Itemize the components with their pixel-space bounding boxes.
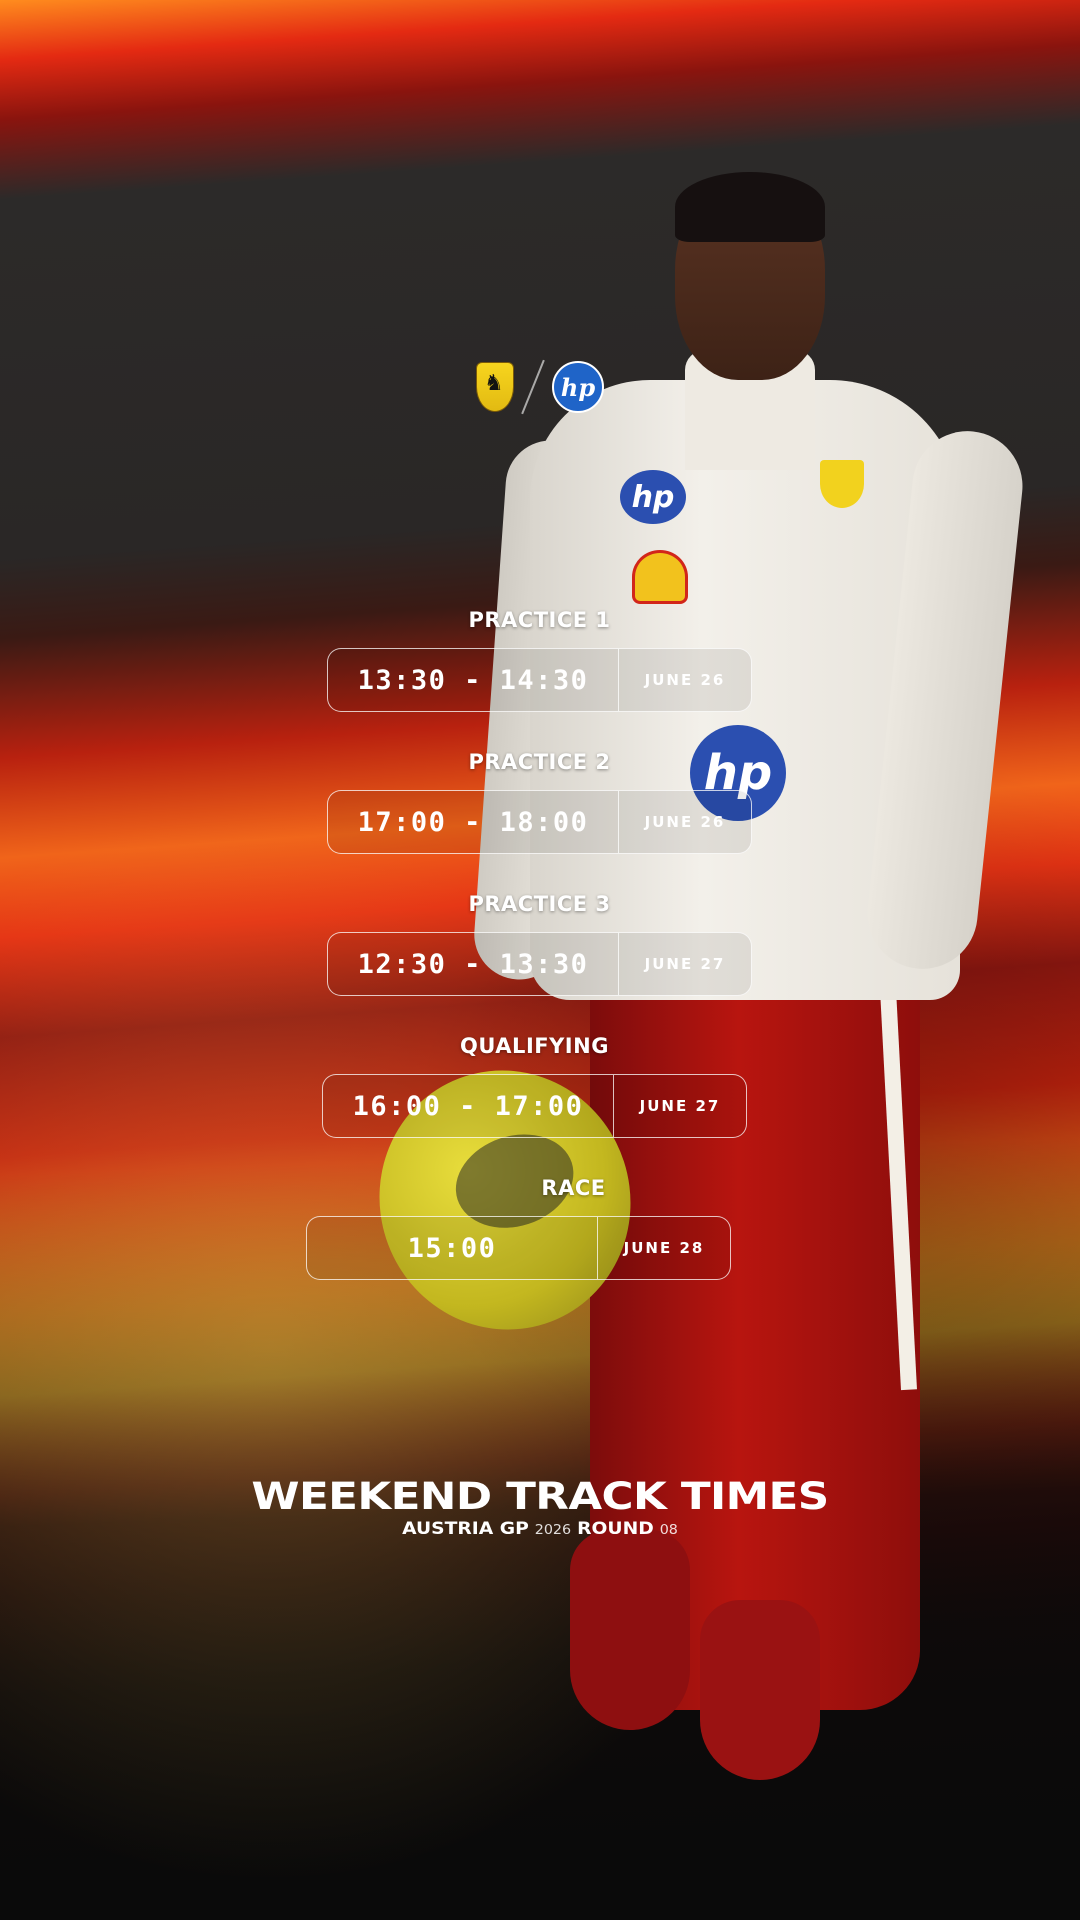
driver-hair [675, 172, 825, 242]
team-logos: hp [0, 358, 1080, 416]
poster: hp hp hp PRACTICE 1 13:30 - 14:30 JUNE 2… [0, 0, 1080, 1920]
event-year: 2026 [534, 1522, 572, 1538]
driver-shoe [700, 1600, 820, 1780]
session-time: 15:00 [307, 1217, 598, 1279]
session-practice-3: PRACTICE 3 12:30 - 13:30 JUNE 27 [327, 892, 752, 996]
session-date: JUNE 27 [639, 1097, 721, 1115]
session-slot: 12:30 - 13:30 JUNE 27 [327, 932, 752, 996]
session-title: RACE [541, 1176, 606, 1200]
round-number: 08 [659, 1522, 678, 1538]
session-time: 13:30 - 14:30 [328, 649, 619, 711]
hp-logo-icon: hp [552, 361, 604, 413]
poster-footer: WEEKEND TRACK TIMES AUSTRIA GP 2026 ROUN… [0, 1475, 1080, 1539]
session-time: 12:30 - 13:30 [328, 933, 619, 995]
session-date: JUNE 27 [644, 955, 726, 973]
session-time: 16:00 - 17:00 [323, 1075, 614, 1137]
event-subtitle: AUSTRIA GP 2026 ROUND 08 [0, 1519, 1080, 1539]
session-title: QUALIFYING [460, 1034, 609, 1058]
session-date: JUNE 26 [644, 671, 726, 689]
session-date: JUNE 28 [623, 1239, 705, 1257]
ferrari-suit-icon [820, 460, 864, 508]
session-title: PRACTICE 1 [468, 608, 611, 632]
hp-chest-icon: hp [620, 470, 686, 524]
poster-title: WEEKEND TRACK TIMES [251, 1475, 829, 1518]
session-qualifying: QUALIFYING 16:00 - 17:00 JUNE 27 [322, 1034, 747, 1138]
logo-divider [521, 359, 545, 415]
event-name: AUSTRIA GP [402, 1518, 529, 1539]
ferrari-shield-icon [476, 362, 514, 412]
session-time: 17:00 - 18:00 [328, 791, 619, 853]
round-label: ROUND [577, 1518, 654, 1539]
session-slot: 13:30 - 14:30 JUNE 26 [327, 648, 752, 712]
session-practice-2: PRACTICE 2 17:00 - 18:00 JUNE 26 [327, 750, 752, 854]
shell-icon [632, 550, 688, 604]
session-title: PRACTICE 2 [468, 750, 611, 774]
session-slot: 17:00 - 18:00 JUNE 26 [327, 790, 752, 854]
session-practice-1: PRACTICE 1 13:30 - 14:30 JUNE 26 [327, 608, 752, 712]
session-title: PRACTICE 3 [468, 892, 611, 916]
session-slot: 16:00 - 17:00 JUNE 27 [322, 1074, 747, 1138]
session-slot: 15:00 JUNE 28 [306, 1216, 731, 1280]
session-race: RACE 15:00 JUNE 28 [306, 1176, 731, 1280]
session-date: JUNE 26 [644, 813, 726, 831]
driver-shoe [570, 1530, 690, 1730]
